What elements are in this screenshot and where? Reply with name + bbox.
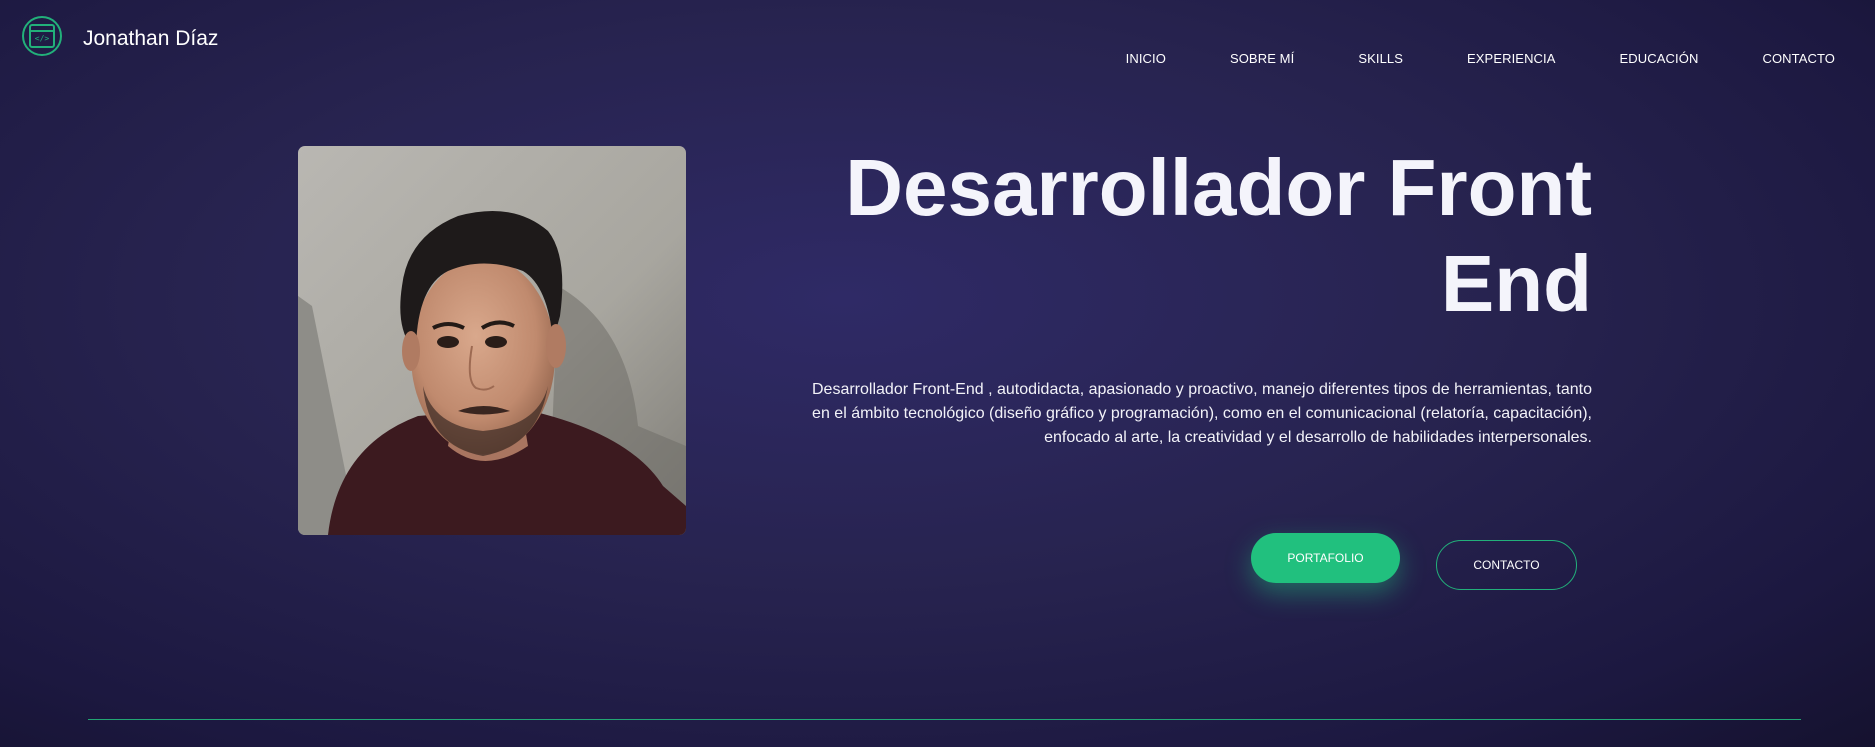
nav-experiencia[interactable]: EXPERIENCIA bbox=[1467, 51, 1556, 66]
section-divider bbox=[88, 719, 1801, 720]
main-nav: INICIO SOBRE MÍ SKILLS EXPERIENCIA EDUCA… bbox=[1062, 51, 1835, 66]
logo-icon[interactable]: </> bbox=[22, 16, 62, 56]
nav-sobre-mi[interactable]: SOBRE MÍ bbox=[1230, 51, 1294, 66]
brand-name[interactable]: Jonathan Díaz bbox=[83, 27, 218, 51]
code-window-icon: </> bbox=[29, 24, 55, 48]
nav-inicio[interactable]: INICIO bbox=[1126, 51, 1166, 66]
nav-contacto[interactable]: CONTACTO bbox=[1762, 51, 1835, 66]
portfolio-button[interactable]: PORTAFOLIO bbox=[1251, 533, 1400, 583]
hero-title: Desarrollador Front End bbox=[845, 143, 1592, 328]
hero-description: Desarrollador Front-End , autodidacta, a… bbox=[812, 381, 1592, 446]
profile-photo bbox=[298, 146, 686, 535]
contact-button[interactable]: CONTACTO bbox=[1436, 540, 1577, 590]
nav-skills[interactable]: SKILLS bbox=[1358, 51, 1403, 66]
logo-code-glyph: </> bbox=[34, 33, 50, 43]
nav-educacion[interactable]: EDUCACIÓN bbox=[1620, 51, 1699, 66]
